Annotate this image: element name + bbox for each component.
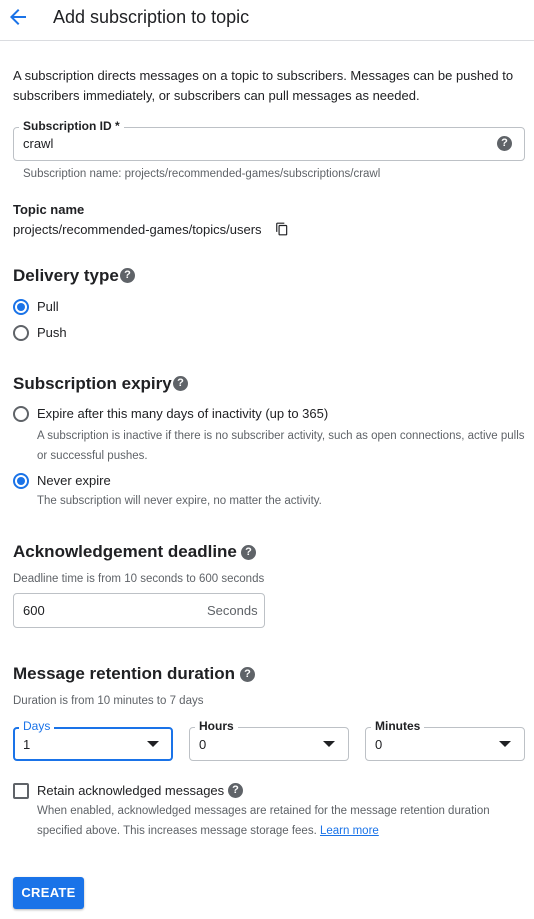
copy-icon[interactable] xyxy=(275,222,289,236)
help-icon[interactable]: ? xyxy=(228,783,243,798)
subscription-id-input[interactable]: crawl xyxy=(23,136,53,151)
subscription-id-label: Subscription ID * xyxy=(19,119,124,133)
ack-deadline-suffix: Seconds xyxy=(207,603,258,618)
topic-name-label: Topic name xyxy=(13,202,85,217)
topic-name-value: projects/recommended-games/topics/users xyxy=(13,222,262,237)
retention-title: Message retention duration xyxy=(13,664,235,683)
expire-days-hint: A subscription is inactive if there is n… xyxy=(37,430,525,462)
page-title: Add subscription to topic xyxy=(53,7,250,27)
radio-expire-days[interactable] xyxy=(13,406,29,422)
chevron-down-icon xyxy=(323,741,335,747)
retain-acked-label: Retain acknowledged messages xyxy=(37,783,225,798)
radio-never-expire-label: Never expire xyxy=(37,473,111,488)
retention-hint: Duration is from 10 minutes to 7 days xyxy=(13,695,204,707)
delivery-type-title: Delivery type xyxy=(13,266,119,285)
days-label: Days xyxy=(19,719,55,733)
chevron-down-icon xyxy=(499,741,511,747)
retain-acked-hint: When enabled, acknowledged messages are … xyxy=(37,805,490,837)
days-value: 1 xyxy=(23,737,31,752)
help-icon[interactable]: ? xyxy=(241,545,256,560)
minutes-value: 0 xyxy=(375,737,383,752)
radio-pull[interactable] xyxy=(13,299,29,315)
radio-expire-days-label: Expire after this many days of inactivit… xyxy=(37,406,329,421)
hours-label: Hours xyxy=(195,719,238,733)
ack-deadline-title: Acknowledgement deadline xyxy=(13,542,237,561)
help-icon[interactable]: ? xyxy=(120,268,135,283)
help-icon[interactable]: ? xyxy=(240,667,255,682)
retain-acked-checkbox[interactable] xyxy=(13,783,29,799)
radio-pull-label: Pull xyxy=(37,299,59,314)
radio-push-label: Push xyxy=(37,325,67,340)
ack-deadline-input[interactable]: 600 xyxy=(23,603,45,618)
ack-deadline-hint: Deadline time is from 10 seconds to 600 … xyxy=(13,573,265,585)
help-icon[interactable]: ? xyxy=(173,376,188,391)
intro-text: A subscription directs messages on a top… xyxy=(13,68,514,103)
hours-value: 0 xyxy=(199,737,207,752)
radio-never-expire[interactable] xyxy=(13,473,29,489)
never-expire-hint: The subscription will never expire, no m… xyxy=(37,495,322,507)
arrow-back-icon[interactable] xyxy=(6,5,30,29)
subscription-name-hint: Subscription name: projects/recommended-… xyxy=(23,168,381,180)
create-button[interactable]: CREATE xyxy=(13,877,84,909)
help-icon[interactable]: ? xyxy=(497,136,512,151)
radio-push[interactable] xyxy=(13,325,29,341)
subscription-expiry-title: Subscription expiry xyxy=(13,374,172,393)
chevron-down-icon xyxy=(147,741,159,747)
minutes-label: Minutes xyxy=(371,719,425,733)
learn-more-link[interactable]: Learn more xyxy=(320,825,379,837)
